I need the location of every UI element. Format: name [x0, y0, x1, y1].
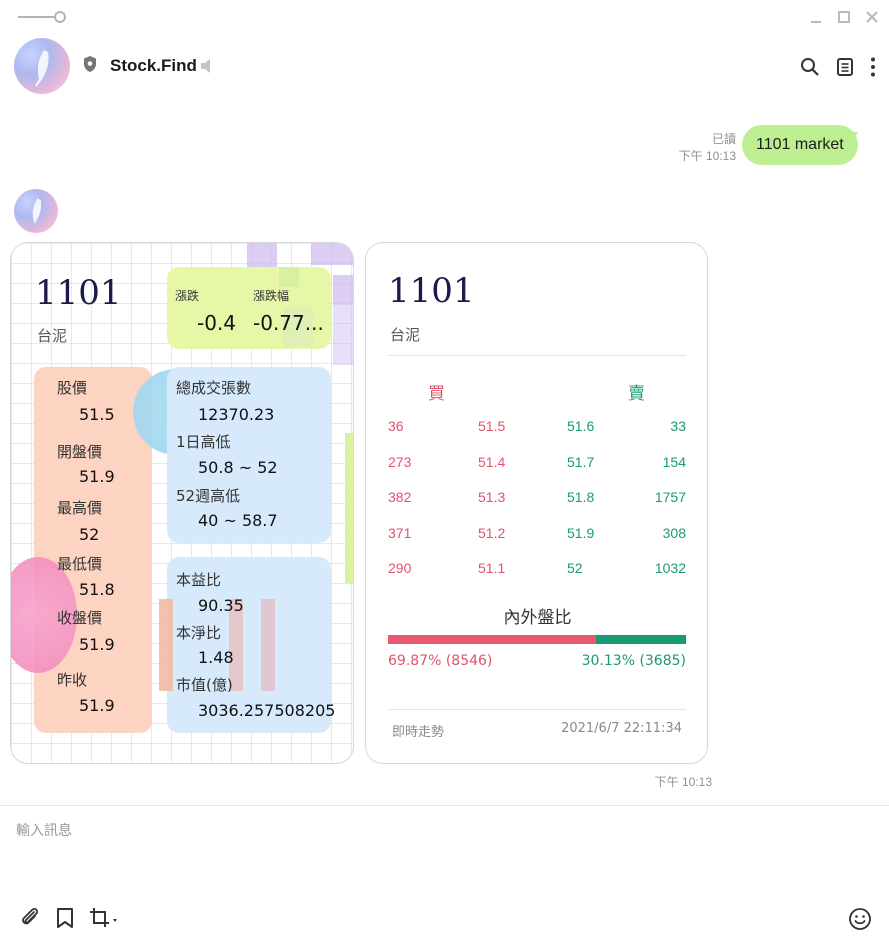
bid-quantity: 273	[388, 453, 412, 470]
decor-bar	[159, 599, 173, 691]
price-value: 51.9	[79, 467, 115, 486]
change-label: 漲跌	[175, 289, 200, 303]
ask-quantity: 308	[662, 524, 686, 541]
search-icon[interactable]	[800, 57, 820, 77]
ratio-value: 1.48	[198, 648, 234, 667]
volume-value: 40 ~ 58.7	[198, 511, 278, 530]
volume-value: 50.8 ~ 52	[198, 458, 278, 477]
ratio-title: 內外盤比	[503, 608, 572, 628]
divider	[388, 355, 686, 356]
outer-ratio-text: 30.13% (3685)	[581, 653, 686, 669]
ratio-label: 市值(億)	[176, 676, 233, 694]
ask-price: 52	[567, 560, 583, 576]
price-label: 開盤價	[57, 443, 103, 461]
ask-quantity: 154	[662, 453, 686, 470]
inner-ratio-fill	[388, 635, 597, 644]
bookmark-icon[interactable]	[54, 906, 76, 930]
close-icon[interactable]	[862, 7, 882, 27]
ratio-label: 本淨比	[176, 624, 222, 642]
price-label: 昨收	[57, 671, 88, 689]
decor-block	[333, 305, 353, 365]
orderbook-card[interactable]: 1101 台泥 買 賣 36 51.5 51.6 33 273 51.4 51.7 154 38…	[365, 242, 708, 764]
attachment-icon[interactable]	[18, 906, 42, 930]
orderbook-stock-name: 台泥	[390, 326, 421, 344]
ask-quantity: 1032	[654, 560, 686, 576]
ask-price: 51.9	[567, 524, 595, 541]
message-input[interactable]: 輸入訊息	[16, 820, 72, 840]
bid-quantity: 382	[388, 489, 412, 505]
inner-outer-ratio-bar	[388, 635, 686, 644]
speaker-muted-icon[interactable]	[199, 58, 217, 74]
volume-label: 1日高低	[176, 433, 231, 451]
input-divider	[0, 805, 889, 806]
orderbook-stock-code: 1101	[388, 271, 475, 311]
shield-icon	[82, 55, 98, 73]
volume-value: 12370.23	[198, 405, 275, 424]
pin-slider-handle[interactable]	[54, 11, 66, 23]
volume-label: 總成交張數	[176, 379, 252, 397]
screenshot-crop-icon[interactable]	[88, 906, 122, 930]
bot-avatar[interactable]	[14, 189, 58, 233]
decor-block	[279, 267, 299, 287]
decor-block	[247, 243, 277, 267]
emoji-icon[interactable]	[848, 907, 872, 931]
sent-message-bubble[interactable]: 1101 market	[742, 125, 858, 165]
sell-header: 賣	[628, 384, 645, 404]
buy-header: 買	[428, 384, 445, 404]
price-label: 收盤價	[57, 609, 103, 627]
reply-time: 下午 10:13	[654, 775, 712, 789]
bid-price: 51.1	[478, 560, 506, 576]
ask-quantity: 33	[670, 418, 686, 434]
decor-bar	[261, 599, 275, 691]
ask-price: 51.8	[567, 489, 595, 505]
change-pct-value: -0.77...	[253, 311, 324, 335]
stock-code: 1101	[35, 273, 122, 313]
price-label: 最高價	[57, 499, 103, 517]
chat-title: Stock.Find	[110, 56, 197, 75]
ratio-value: 90.35	[198, 596, 244, 615]
stock-name: 台泥	[37, 327, 68, 345]
ask-quantity: 1757	[654, 489, 686, 505]
price-value: 51.5	[79, 405, 115, 424]
chat-avatar[interactable]	[14, 38, 70, 94]
change-pct-label: 漲跌幅	[253, 289, 290, 303]
price-label: 最低價	[57, 555, 103, 573]
stock-summary-card[interactable]: 1101 台泥 漲跌 漲跌幅 -0.4 -0.77... 股價 51.5 開盤價 51…	[10, 242, 354, 764]
minimize-icon[interactable]	[806, 7, 826, 27]
ask-price: 51.6	[567, 418, 595, 434]
bid-price: 51.3	[478, 489, 506, 505]
read-status: 已讀	[711, 132, 736, 146]
more-options-icon[interactable]	[866, 56, 880, 78]
pin-slider-track[interactable]	[18, 16, 56, 18]
bid-price: 51.4	[478, 453, 506, 470]
message-time: 下午 10:13	[678, 149, 736, 163]
notes-icon[interactable]	[835, 57, 855, 77]
ask-price: 51.7	[567, 453, 595, 470]
volume-label: 52週高低	[176, 487, 241, 505]
inner-ratio-text: 69.87% (8546)	[388, 653, 493, 669]
bid-quantity: 36	[388, 418, 404, 434]
ratio-label: 本益比	[176, 571, 222, 589]
bid-price: 51.2	[478, 524, 506, 541]
ratio-value: 3036.257508205	[198, 701, 336, 720]
bid-quantity: 371	[388, 524, 412, 541]
bid-quantity: 290	[388, 560, 412, 576]
price-value: 52	[79, 525, 100, 544]
divider	[388, 709, 686, 710]
price-value: 51.9	[79, 696, 115, 715]
decor-stripe	[345, 433, 353, 583]
price-value: 51.8	[79, 580, 115, 599]
bid-price: 51.5	[478, 418, 506, 434]
decor-block	[333, 275, 353, 305]
price-label: 股價	[57, 379, 88, 397]
change-value: -0.4	[197, 311, 237, 335]
decor-block	[311, 243, 353, 265]
maximize-icon[interactable]	[834, 7, 854, 27]
quote-timestamp: 2021/6/7 22:11:34	[561, 721, 682, 736]
price-value: 51.9	[79, 635, 115, 654]
change-panel: 漲跌 漲跌幅 -0.4 -0.77...	[167, 267, 331, 349]
realtime-trend-link[interactable]: 即時走勢	[392, 721, 444, 740]
